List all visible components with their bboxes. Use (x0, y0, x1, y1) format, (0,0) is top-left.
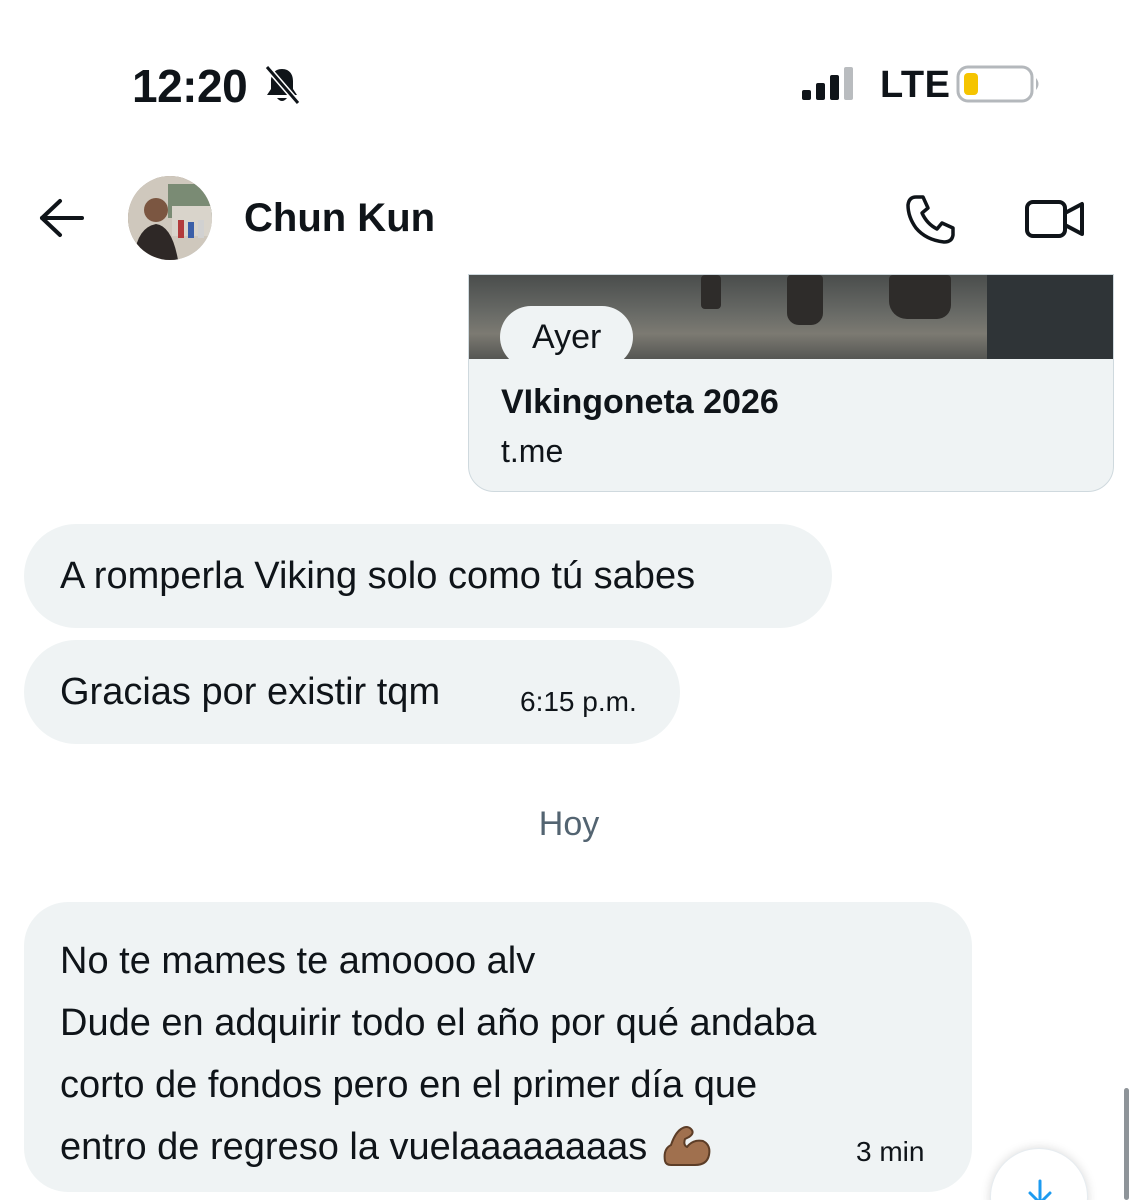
message-timestamp: 6:15 p.m. (520, 686, 637, 717)
signal-icon (802, 67, 853, 100)
link-preview-title: VIkingoneta 2026 (501, 383, 779, 421)
message-line: entro de regreso la vuelaaaaaaaas (60, 1126, 648, 1168)
avatar[interactable] (128, 176, 212, 260)
date-pill-yesterday: Ayer (500, 306, 634, 368)
message-bubble[interactable]: Gracias por existir tqm 6:15 p.m. (24, 640, 680, 744)
message-text: Gracias por existir tqm (60, 671, 441, 713)
network-label: LTE (880, 64, 951, 106)
video-call-icon[interactable] (1024, 196, 1086, 242)
bell-muted-icon (264, 65, 301, 105)
message-bubble[interactable]: A romperla Viking solo como tú sabes (24, 524, 832, 628)
message-bubble[interactable]: No te mames te amoooo alv Dude en adquir… (24, 902, 972, 1192)
message-last-line: entro de regreso la vuelaaaaaaaas (60, 1116, 936, 1178)
message-timestamp: 3 min (856, 1136, 925, 1167)
status-time: 12:20 (132, 60, 248, 112)
scroll-to-bottom-button[interactable] (990, 1148, 1088, 1200)
phone-icon[interactable] (904, 192, 958, 246)
link-preview-domain: t.me (501, 433, 564, 469)
scrollbar[interactable] (1124, 1088, 1129, 1200)
message-line: No te mames te amoooo alv (60, 940, 536, 982)
avatar-photo (128, 176, 212, 260)
message-line: Dude en adquirir todo el año por qué and… (60, 1002, 817, 1044)
date-separator-today: Hoy (538, 805, 600, 843)
message-line: corto de fondos pero en el primer día qu… (60, 1064, 758, 1106)
arrow-down-icon (1028, 1179, 1052, 1200)
back-arrow-icon[interactable] (38, 196, 86, 240)
message-text: A romperla Viking solo como tú sabes (60, 555, 696, 597)
flexed-biceps-icon (663, 1126, 711, 1166)
battery-icon (956, 65, 1039, 103)
contact-name[interactable]: Chun Kun (244, 194, 435, 242)
